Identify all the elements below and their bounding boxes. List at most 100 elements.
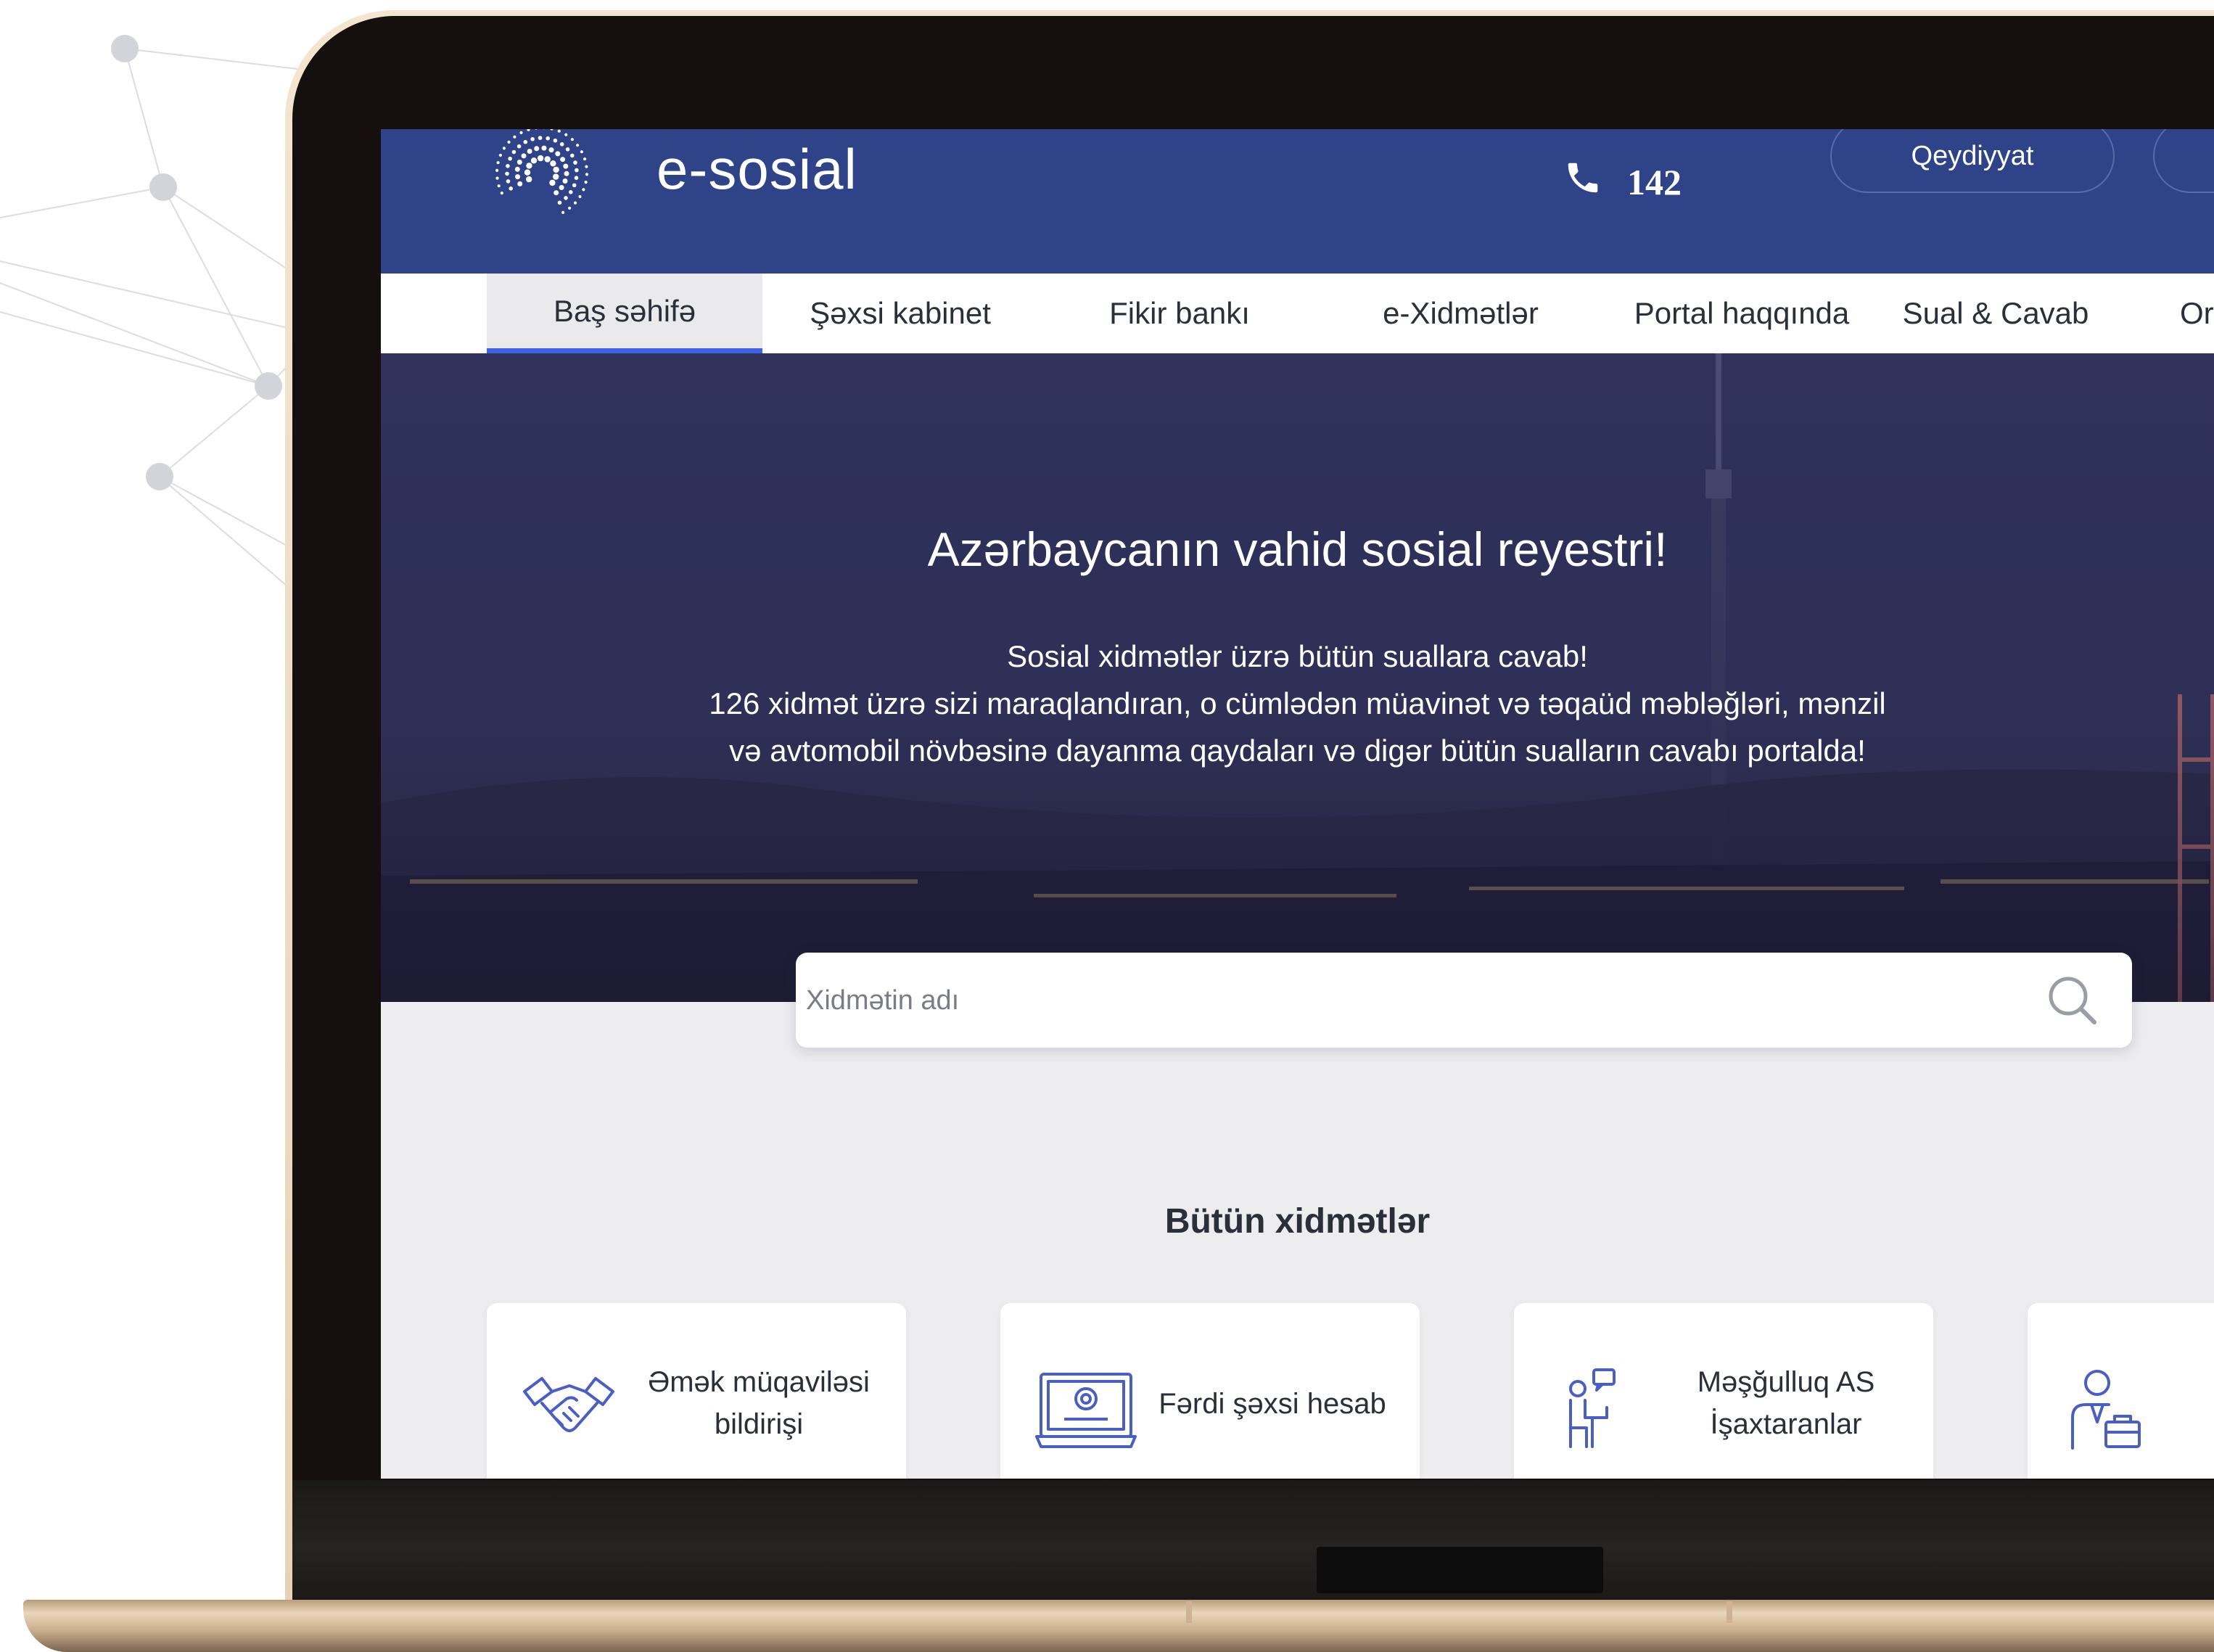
job-seeker-icon — [1569, 1368, 1616, 1448]
logo-dot — [570, 138, 574, 141]
phone-icon — [1568, 163, 1598, 193]
logo-dot — [535, 129, 538, 130]
logo-dot — [514, 166, 520, 172]
logo-dot — [580, 150, 583, 154]
service-card[interactable]: Əmək müqaviləsi bildirişi — [487, 1303, 906, 1479]
logo-dot — [582, 188, 585, 192]
logo-dot — [498, 153, 502, 157]
logo-dot — [521, 153, 527, 159]
logo-dot — [573, 160, 577, 165]
search-icon[interactable] — [2045, 973, 2100, 1028]
logo-dot — [511, 149, 517, 155]
nav-item-faq[interactable]: Sual & Cavab — [1883, 274, 2108, 353]
logo-dot — [500, 192, 503, 195]
nav-item-personal-cabinet[interactable]: Şəxsi kabinet — [762, 274, 1038, 353]
services-section-title: Bütün xidmətlər — [1164, 1202, 1431, 1241]
logo-dot — [502, 147, 506, 150]
logo-dot — [509, 186, 513, 191]
service-card-label: Fərdi şəxsi hesab — [1138, 1383, 1407, 1425]
service-card-label: Məşğulluq AS İşaxtaranlar — [1652, 1361, 1920, 1445]
hero-line: 126 xidmət üzrə sizi maraqlandıran, o cü… — [709, 686, 1886, 720]
laptop-account-icon — [1035, 1373, 1137, 1448]
logo-dot — [568, 206, 572, 210]
service-card[interactable] — [2028, 1303, 2214, 1479]
logo-dot — [505, 171, 509, 176]
logo-dot — [561, 210, 565, 214]
logo-dot — [572, 183, 577, 188]
logo-icon[interactable] — [490, 129, 613, 227]
network-decoration — [0, 35, 298, 596]
hero-banner: Azərbaycanın vahid sosial reyestri! Sosi… — [381, 353, 2214, 1002]
logo-dot — [534, 146, 540, 152]
service-card-label: Əmək müqaviləsi bildirişi — [625, 1361, 893, 1445]
logo-dot — [506, 179, 511, 184]
nav-item-home[interactable]: Baş səhifə — [487, 274, 762, 353]
logo-dot — [538, 136, 543, 140]
service-card-line: Fərdi şəxsi hesab — [1159, 1388, 1386, 1420]
logo-dot — [574, 176, 579, 180]
nav-item-about-portal[interactable]: Portal haqqında — [1600, 274, 1883, 353]
logo-dot — [550, 129, 554, 131]
logo-dot — [585, 173, 589, 176]
nav-item-idea-bank[interactable]: Fikir bankı — [1038, 274, 1321, 353]
logo-dot — [517, 144, 522, 149]
logo-dot — [555, 151, 561, 157]
service-search — [796, 953, 2132, 1049]
logo-dot — [526, 176, 532, 183]
service-card[interactable]: Fərdi şəxsi hesab — [1000, 1303, 1420, 1479]
logo-dot — [527, 149, 532, 154]
login-button[interactable] — [2153, 129, 2214, 193]
logo-dot — [526, 163, 532, 169]
logo-dot — [515, 174, 520, 180]
site-header: e-sosial 142 Qeydiyyat — [381, 129, 2214, 274]
logo-dot — [575, 168, 579, 173]
hotline-number[interactable]: 142 — [1627, 161, 1682, 203]
logo-dot — [513, 135, 517, 139]
logo-dot — [523, 139, 528, 144]
logo-dot — [557, 200, 562, 205]
logo-dot — [495, 168, 499, 172]
logo-dot — [565, 147, 570, 152]
site-logo-text[interactable]: e-sosial — [657, 136, 857, 202]
logo-dot — [563, 163, 569, 169]
logo-dot — [537, 155, 544, 162]
service-card[interactable]: Məşğulluq AS İşaxtaranlar — [1514, 1303, 1933, 1479]
nav-item-more[interactable]: Or — [2180, 274, 2214, 353]
logo-dot — [584, 181, 588, 184]
logo-dot — [583, 157, 587, 161]
stage: e-sosial 142 Qeydiyyat Baş səhifə Şəxsi … — [0, 0, 2214, 1652]
logo-dot — [506, 164, 510, 168]
logo-dot — [527, 129, 530, 131]
service-card-line: İşaxtaranlar — [1710, 1408, 1862, 1440]
laptop-base-groove — [1186, 1601, 1192, 1623]
logo-dot — [570, 153, 575, 158]
logo-dot — [544, 156, 551, 163]
service-card-line: bildirişi — [714, 1408, 804, 1440]
laptop-base — [23, 1600, 2214, 1652]
register-button[interactable]: Qeydiyyat — [1830, 129, 2115, 193]
logo-dot — [550, 160, 556, 167]
logo-dot — [559, 185, 564, 190]
logo-dot — [578, 194, 582, 199]
search-input[interactable] — [804, 953, 2041, 1049]
browser-screen: e-sosial 142 Qeydiyyat Baş səhifə Şəxsi … — [381, 129, 2214, 1479]
logo-dot — [553, 166, 559, 173]
logo-dot — [495, 176, 499, 180]
logo-dot — [519, 131, 523, 134]
logo-dot — [564, 196, 568, 200]
logo-dot — [557, 129, 561, 133]
logo-dot — [559, 142, 564, 147]
logo-dot — [576, 144, 580, 147]
logo-dot — [517, 160, 522, 165]
logo-dot — [554, 190, 559, 196]
main-nav: Baş səhifə Şəxsi kabinet Fikir bankı e-X… — [381, 274, 2214, 353]
logo-dot — [548, 147, 554, 153]
handshake-icon — [523, 1377, 614, 1432]
nav-item-e-services[interactable]: e-Xidmətlər — [1321, 274, 1600, 353]
logo-dot — [497, 184, 501, 188]
logo-dot — [530, 157, 538, 164]
hero-line: və avtomobil növbəsinə dayanma qaydaları… — [729, 733, 1866, 768]
hero-description: Sosial xidmətlər üzrə bütün suallara cav… — [381, 633, 2214, 774]
laptop-chin — [292, 1480, 2214, 1611]
logo-dot — [549, 179, 556, 186]
